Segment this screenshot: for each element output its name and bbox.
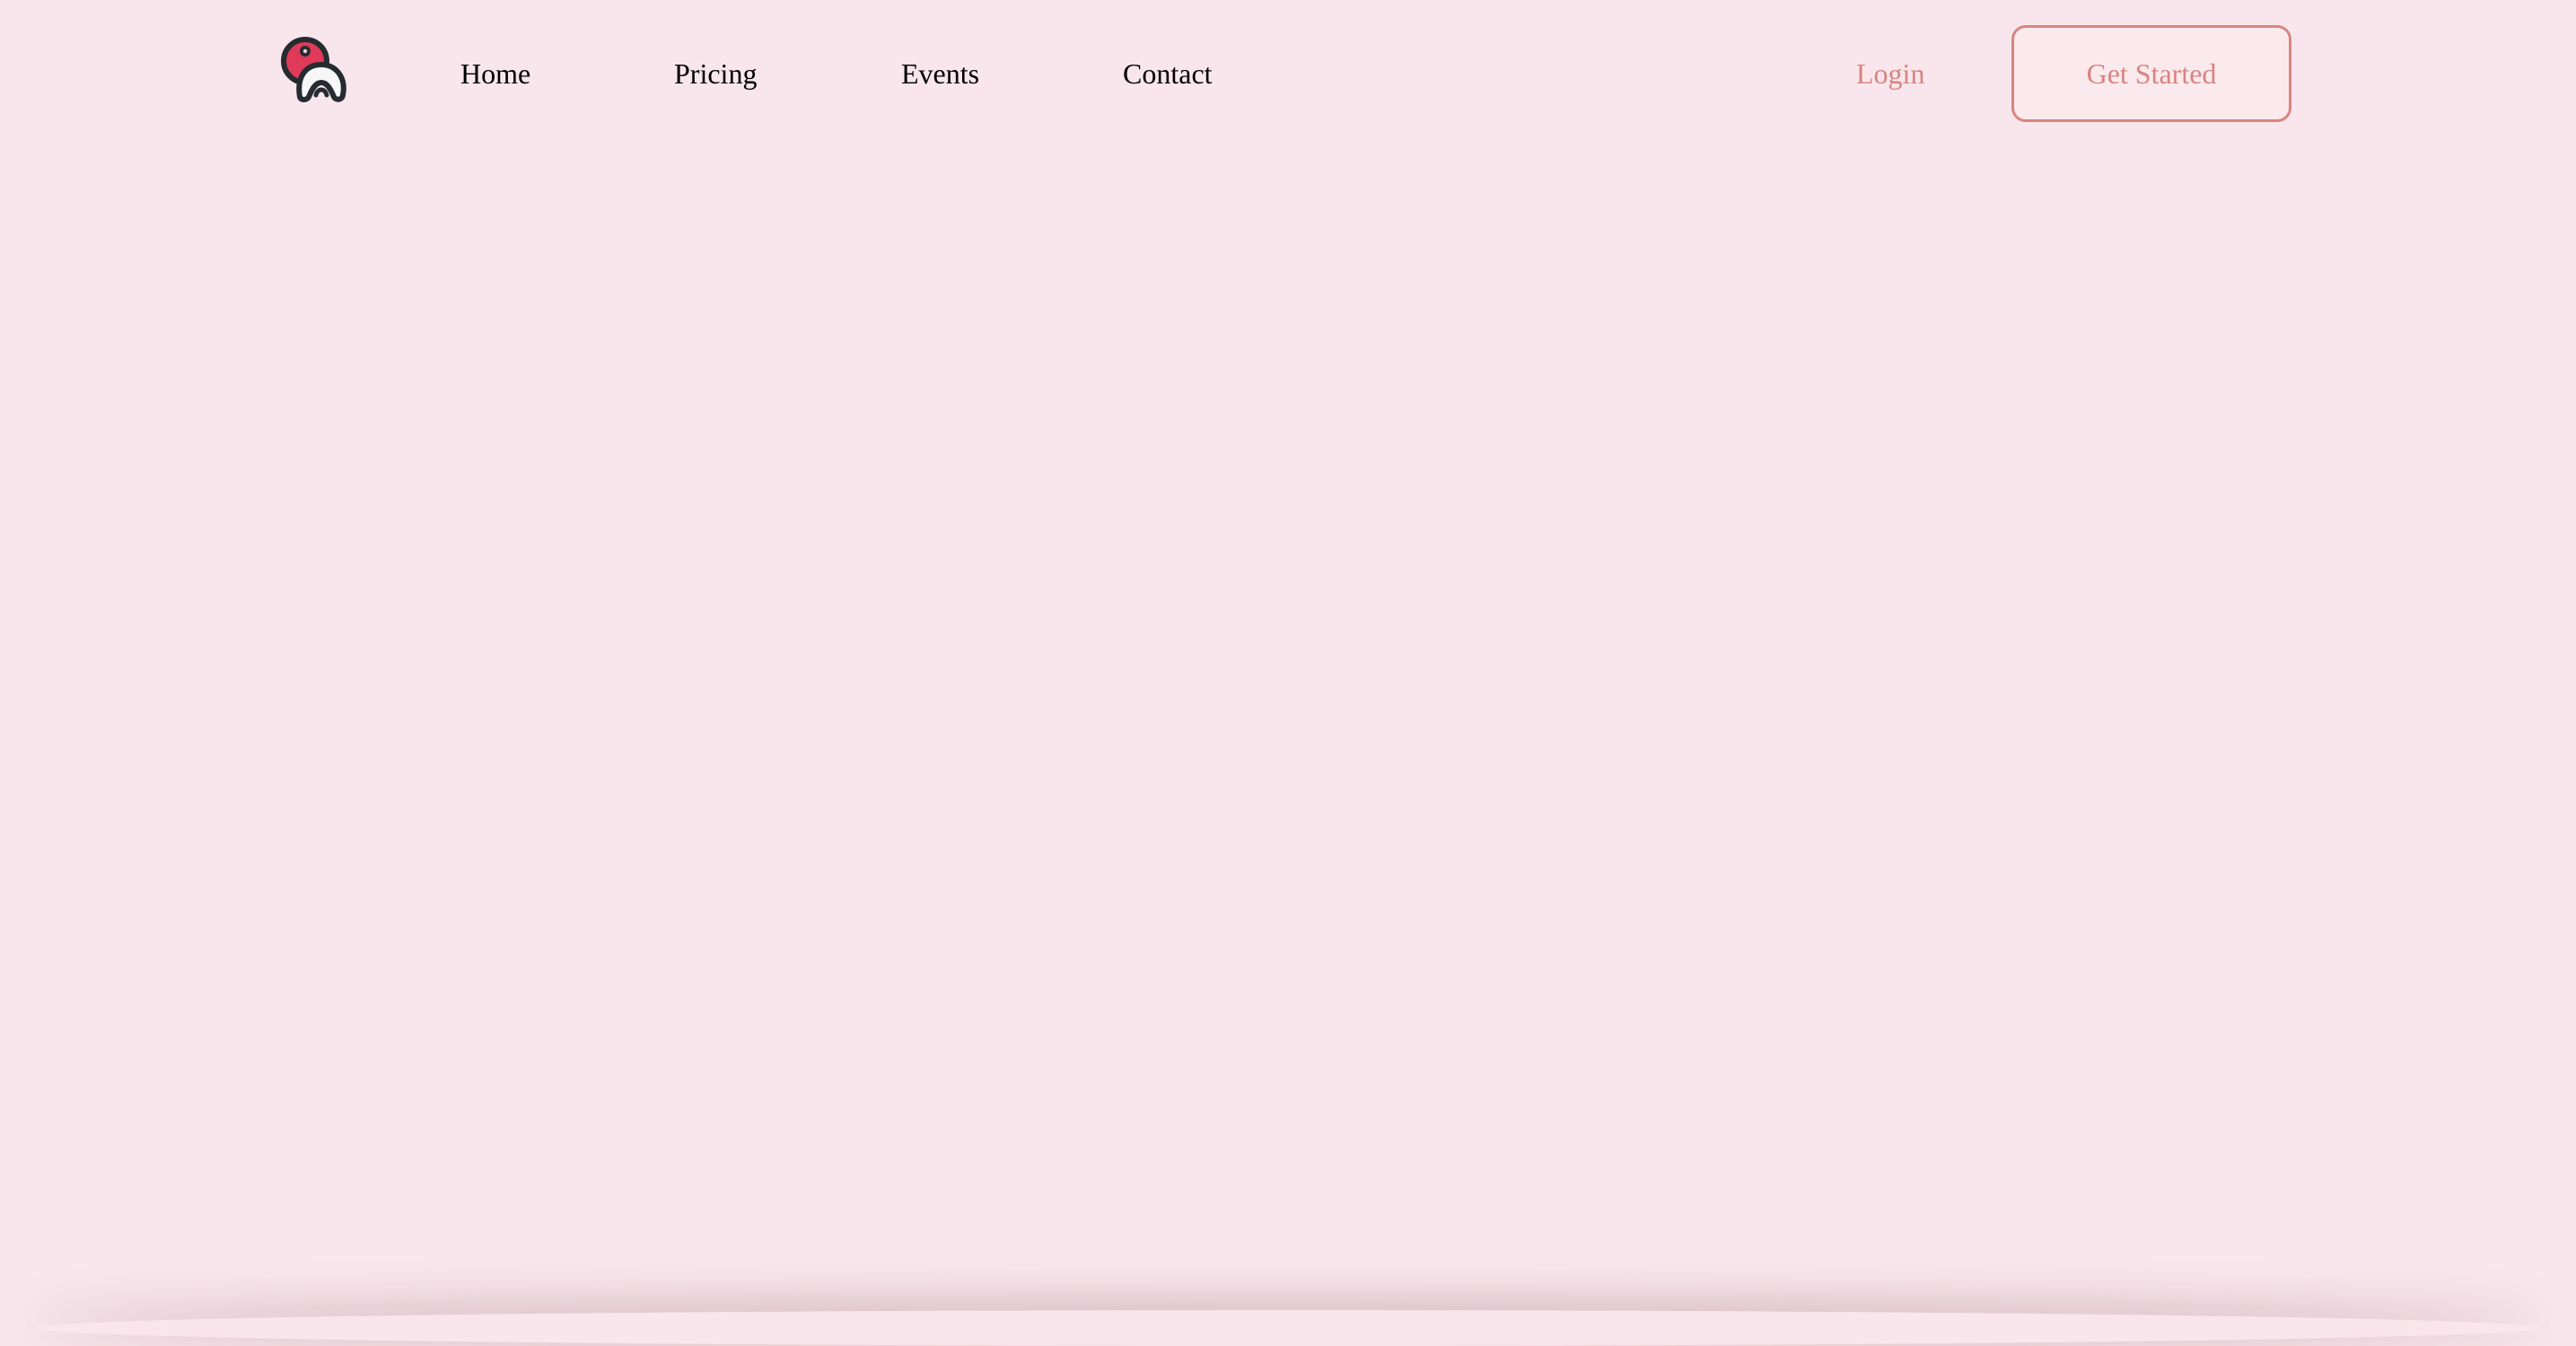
nav-events-link[interactable]: Events (901, 52, 979, 95)
get-started-button[interactable]: Get Started (2011, 25, 2291, 122)
nav-pricing-link[interactable]: Pricing (674, 52, 757, 95)
nav-contact-link[interactable]: Contact (1123, 52, 1213, 95)
bottom-shadow (36, 1310, 2540, 1346)
login-link[interactable]: Login (1856, 52, 1924, 95)
logo-link[interactable] (278, 36, 348, 104)
nav-home-link[interactable]: Home (460, 52, 530, 95)
mushroom-logo-icon (278, 36, 348, 104)
top-navbar: Home Pricing Events Contact Login Get St… (0, 0, 2576, 147)
